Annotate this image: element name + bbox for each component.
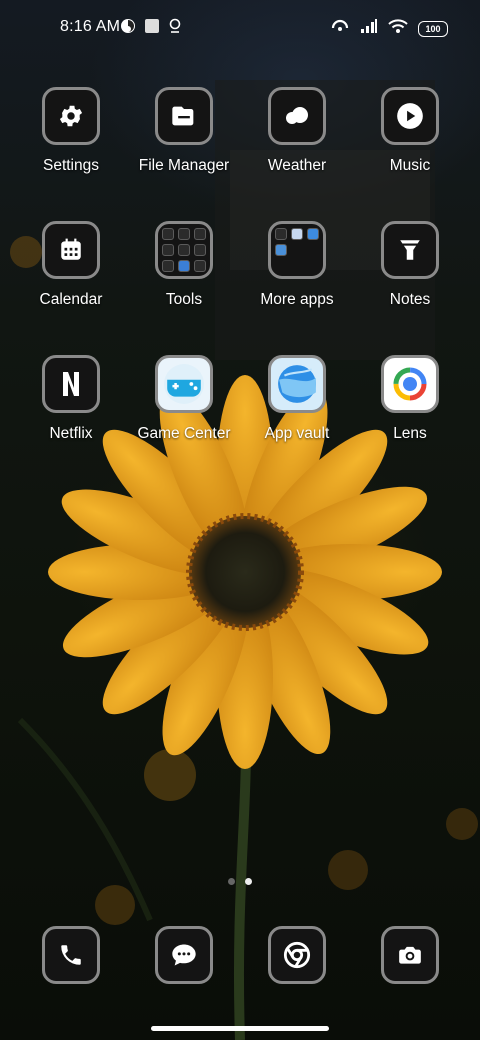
folder-icon xyxy=(155,87,213,145)
chrome-icon xyxy=(268,926,326,984)
camera-icon xyxy=(381,926,439,984)
status-bar: 8:16 AM 100 xyxy=(0,0,480,56)
app-label: Music xyxy=(389,157,431,174)
app-label: Weather xyxy=(267,157,327,174)
app-vault-icon xyxy=(268,355,326,413)
gesture-navigation-bar[interactable] xyxy=(151,1026,329,1031)
netflix-icon xyxy=(42,355,100,413)
square-notification-icon xyxy=(144,18,160,39)
hotspot-icon xyxy=(330,18,350,39)
dock-chrome[interactable] xyxy=(242,926,352,984)
phone-icon xyxy=(42,926,100,984)
lens-icon xyxy=(381,355,439,413)
calendar-icon xyxy=(42,221,100,279)
app-notes[interactable]: Notes xyxy=(355,221,465,309)
app-label: More apps xyxy=(260,291,334,308)
folder-grid-icon xyxy=(268,221,326,279)
firefox-icon xyxy=(120,18,136,39)
dock-messages[interactable] xyxy=(129,926,239,984)
dock-phone[interactable] xyxy=(16,926,126,984)
location-pin-icon xyxy=(168,18,182,39)
battery-icon: 100 xyxy=(418,20,448,37)
signal-icon xyxy=(360,18,378,39)
status-time: 8:16 AM xyxy=(60,18,121,35)
app-label: Lens xyxy=(393,425,427,442)
app-lens[interactable]: Lens xyxy=(355,355,465,443)
app-label: Settings xyxy=(42,157,99,174)
app-netflix[interactable]: Netflix xyxy=(16,355,126,443)
app-label: Tools xyxy=(165,291,203,308)
notes-icon xyxy=(381,221,439,279)
app-label: Game Center xyxy=(137,425,231,442)
app-label: Notes xyxy=(389,291,431,308)
app-music[interactable]: Music xyxy=(355,87,465,175)
wifi-icon xyxy=(388,18,408,39)
app-weather[interactable]: Weather xyxy=(242,87,352,175)
page-dot-active[interactable] xyxy=(245,878,252,885)
app-file-manager[interactable]: File Manager xyxy=(129,87,239,175)
app-label: Calendar xyxy=(39,291,103,308)
page-dot[interactable] xyxy=(228,878,235,885)
app-app-vault[interactable]: App vault xyxy=(242,355,352,443)
play-icon xyxy=(381,87,439,145)
app-settings[interactable]: Settings xyxy=(16,87,126,175)
app-label: File Manager xyxy=(138,157,230,174)
messages-icon xyxy=(155,926,213,984)
cloud-icon xyxy=(268,87,326,145)
app-label: App vault xyxy=(264,425,330,442)
page-indicator xyxy=(228,878,252,885)
app-game-center[interactable]: Game Center xyxy=(129,355,239,443)
gamepad-icon xyxy=(155,355,213,413)
dock-camera[interactable] xyxy=(355,926,465,984)
folder-tools[interactable]: Tools xyxy=(129,221,239,309)
app-label: Netflix xyxy=(49,425,93,442)
folder-more-apps[interactable]: More apps xyxy=(242,221,352,309)
app-calendar[interactable]: Calendar xyxy=(16,221,126,309)
folder-grid-icon xyxy=(155,221,213,279)
gear-icon xyxy=(42,87,100,145)
